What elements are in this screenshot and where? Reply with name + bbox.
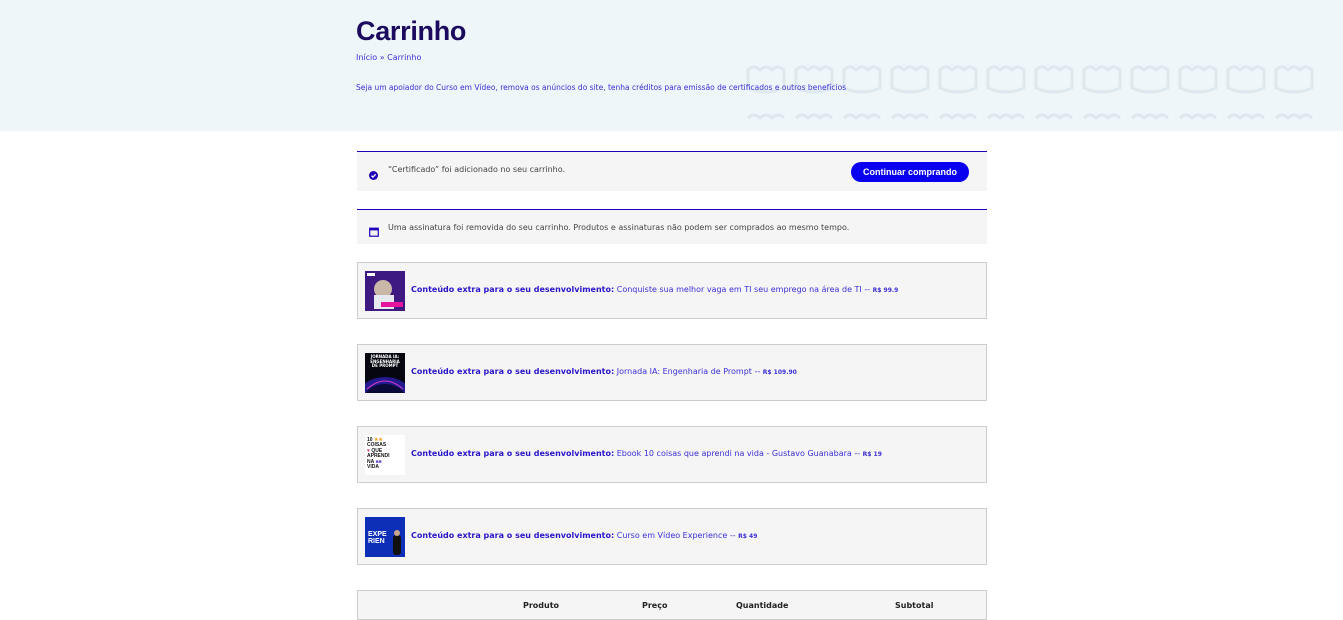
upsell-price: R$ 99.9 xyxy=(872,287,899,294)
upsell-price: R$ 109.90 xyxy=(762,369,797,376)
upsell-separator: -- xyxy=(851,449,863,458)
product-thumbnail[interactable]: 10 ★★ COISAS ♥ QUE APRENDI NA ■■ VIDA xyxy=(365,435,405,475)
thumbnail-caption: JORNADA IA: ENGENHARIA DE PROMPT xyxy=(370,354,400,369)
upsell-prefix: Conteúdo extra para o seu desenvolviment… xyxy=(411,285,615,294)
calendar-icon xyxy=(369,222,379,241)
upsell-prefix: Conteúdo extra para o seu desenvolviment… xyxy=(411,531,615,540)
thumb-word: RIEN xyxy=(368,538,385,545)
decorative-pattern xyxy=(746,65,1314,121)
cart-table: Produto Preço Quantidade Subtotal xyxy=(357,590,987,620)
continue-shopping-button[interactable]: Continuar comprando xyxy=(851,162,969,182)
upsell-price: R$ 19 xyxy=(862,451,882,458)
subscription-removed-notice: Uma assinatura foi removida do seu carri… xyxy=(357,209,987,244)
upsell-product-name[interactable]: Jornada IA: Engenharia de Prompt xyxy=(617,367,752,376)
page-title: Carrinho xyxy=(356,16,467,46)
breadcrumb-separator: » xyxy=(377,53,388,62)
product-thumbnail[interactable]: JORNADA IA: ENGENHARIA DE PROMPT xyxy=(365,353,405,393)
breadcrumb-home-link[interactable]: Início xyxy=(356,53,377,62)
upsell-separator: -- xyxy=(751,367,763,376)
notice-message: Uma assinatura foi removida do seu carri… xyxy=(388,223,850,232)
upsell-product-name[interactable]: Conquiste sua melhor vaga em TI seu empr… xyxy=(617,285,862,294)
upsell-price: R$ 49 xyxy=(738,533,758,540)
page-header: Carrinho Início » Carrinho Seja um apoia… xyxy=(0,0,1343,131)
cart-added-notice: “Certificado” foi adicionado no seu carr… xyxy=(357,151,987,191)
upsell-separator: -- xyxy=(861,285,873,294)
upsell-item[interactable]: Conteúdo extra para o seu desenvolviment… xyxy=(357,262,987,319)
upsell-separator: -- xyxy=(727,531,739,540)
breadcrumb: Início » Carrinho xyxy=(356,53,421,62)
upsell-prefix: Conteúdo extra para o seu desenvolviment… xyxy=(411,449,615,458)
product-thumbnail[interactable]: EXPE RIEN xyxy=(365,517,405,557)
thumb-word: VIDA xyxy=(367,464,379,471)
upsell-text[interactable]: Conteúdo extra para o seu desenvolviment… xyxy=(411,285,898,294)
check-circle-icon xyxy=(369,165,378,184)
upsell-text[interactable]: Conteúdo extra para o seu desenvolviment… xyxy=(411,367,797,376)
product-thumbnail[interactable] xyxy=(365,271,405,311)
upsell-item[interactable]: EXPE RIEN Conteúdo extra para o seu dese… xyxy=(357,508,987,565)
breadcrumb-current: Carrinho xyxy=(387,53,422,62)
upsell-product-name[interactable]: Ebook 10 coisas que aprendi na vida - Gu… xyxy=(617,449,852,458)
upsell-text[interactable]: Conteúdo extra para o seu desenvolviment… xyxy=(411,449,882,458)
supporter-promo-link[interactable]: Seja um apoiador do Curso em Vídeo, remo… xyxy=(356,83,846,92)
upsell-text[interactable]: Conteúdo extra para o seu desenvolviment… xyxy=(411,531,757,540)
notice-message: “Certificado” foi adicionado no seu carr… xyxy=(388,165,566,174)
upsell-item[interactable]: JORNADA IA: ENGENHARIA DE PROMPT Conteúd… xyxy=(357,344,987,401)
thumb-word: EXPE xyxy=(368,531,387,538)
upsell-product-name[interactable]: Curso em Vídeo Experience xyxy=(617,531,728,540)
upsell-item[interactable]: 10 ★★ COISAS ♥ QUE APRENDI NA ■■ VIDA Co… xyxy=(357,426,987,483)
upsell-prefix: Conteúdo extra para o seu desenvolviment… xyxy=(411,367,615,376)
